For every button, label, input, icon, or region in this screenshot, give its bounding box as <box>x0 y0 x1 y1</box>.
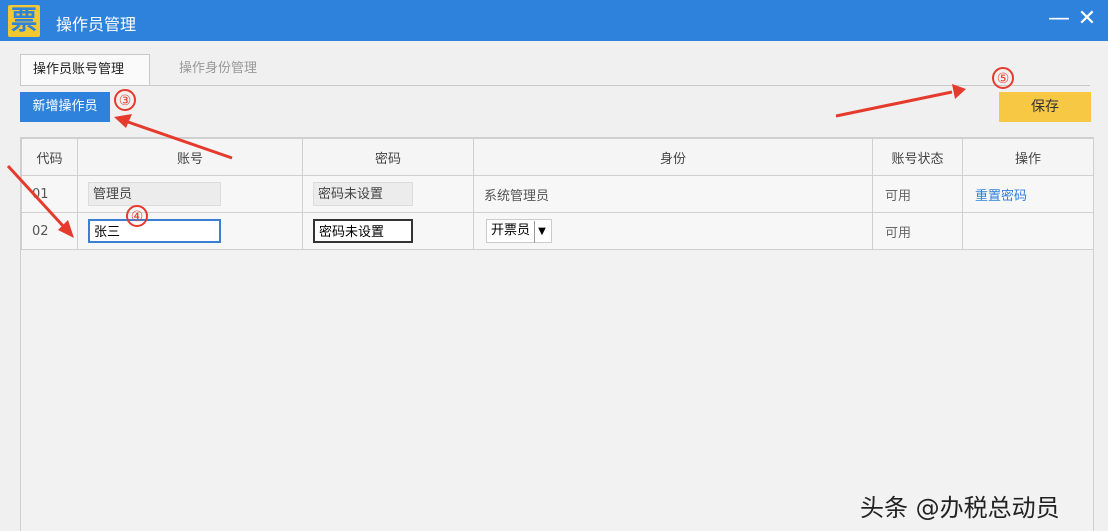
arrow-head <box>952 84 966 99</box>
annotation-marker-4: ④ <box>126 205 148 227</box>
arrow-to-add-button <box>127 120 233 160</box>
arrow-to-account-input <box>6 164 66 229</box>
arrow-to-save-button <box>835 90 953 118</box>
annotation-marker-3: ③ <box>114 89 136 111</box>
watermark: 头条 @办税总动员 <box>860 494 1060 522</box>
annotation-marker-5: ⑤ <box>992 67 1014 89</box>
annotation-arrows <box>6 84 966 238</box>
